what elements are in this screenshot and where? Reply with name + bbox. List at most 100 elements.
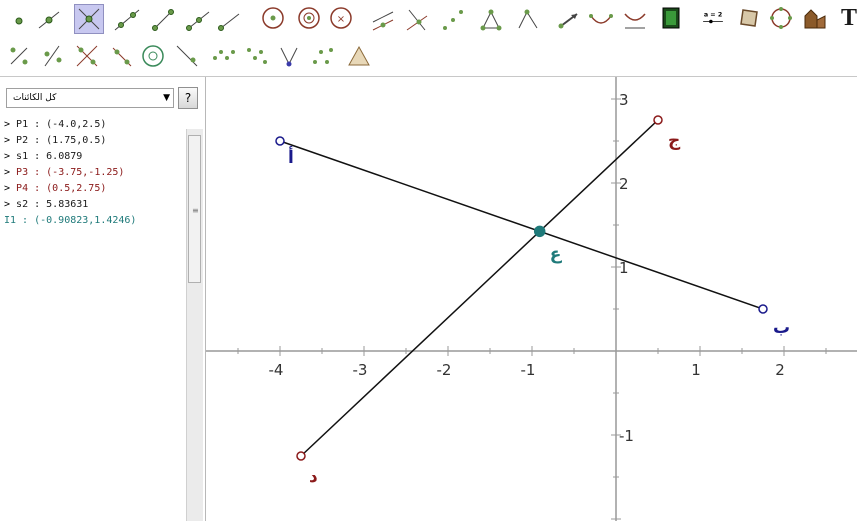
algebra-scrollbar[interactable]: ≡ — [186, 129, 203, 521]
locus-icon — [804, 9, 826, 29]
toolbar: × a = 2 T — [0, 0, 857, 77]
function-inspector-tool[interactable] — [276, 42, 302, 70]
rotate-tool[interactable] — [110, 42, 136, 70]
algebra-object-text: P3 : (-3.75,-1.25) — [16, 167, 125, 178]
sector-tool[interactable] — [622, 6, 648, 34]
expand-arrow-icon: > — [4, 183, 17, 194]
circle-radius-tool[interactable]: × — [328, 4, 354, 32]
chevron-down-icon: ▼ — [163, 93, 170, 103]
point-label-P4: ج — [668, 131, 681, 151]
arc-tool[interactable] — [588, 6, 614, 34]
vector-tool[interactable] — [216, 6, 242, 34]
animation-icon — [662, 7, 680, 29]
polygon-icon — [740, 9, 758, 27]
angle-bisector-tool[interactable] — [478, 6, 504, 34]
point-tool[interactable] — [36, 6, 62, 34]
scroll-thumb[interactable]: ≡ — [188, 135, 201, 283]
pen-icon — [313, 48, 333, 64]
point-label-P3: د — [309, 467, 318, 487]
point-label-P1: أ — [288, 146, 294, 168]
dilate-tool[interactable] — [174, 42, 200, 70]
object-list: > P1 : (-4.0,2.5) > P2 : (1.75,0.5) > s1 :… — [4, 117, 184, 229]
parallel-line-icon — [372, 11, 394, 31]
graphics-view[interactable]: -4 -3 -2 -1 1 2 3 2 1 -1 أ ب د ج ع — [206, 77, 857, 521]
algebra-object-row[interactable]: > P1 : (-4.0,2.5) — [4, 117, 184, 133]
circle-radius-icon: × — [330, 7, 352, 29]
relation-tool[interactable] — [244, 42, 270, 70]
algebra-object-text: P4 : (0.5,2.75) — [16, 183, 107, 194]
expand-arrow-icon: > — [4, 151, 17, 162]
angle-tool[interactable] — [514, 6, 540, 34]
ray-tool[interactable] — [184, 6, 210, 34]
parallel-line-tool[interactable] — [370, 6, 396, 34]
point-label-P2: ب — [773, 318, 790, 338]
move-tool[interactable] — [6, 6, 32, 34]
text-icon: T — [840, 4, 857, 31]
translate-tool[interactable] — [210, 42, 236, 70]
y-tick-label: 2 — [619, 175, 629, 193]
reflect-point-tool[interactable] — [74, 42, 100, 70]
text-tool[interactable]: T — [836, 4, 857, 32]
circle-three-points-tool[interactable] — [296, 4, 322, 32]
x-tick-label: 1 — [691, 361, 701, 379]
point-P2[interactable] — [758, 304, 768, 314]
vector-from-point-tool[interactable] — [556, 6, 582, 34]
x-tick-label: -1 — [521, 361, 536, 379]
slope-tool[interactable] — [6, 42, 32, 70]
arc-icon — [589, 14, 613, 24]
expand-arrow-icon: > — [4, 119, 17, 130]
pen-tool[interactable] — [310, 42, 336, 70]
relation-icon — [247, 48, 267, 64]
object-filter-select[interactable]: كل الكائنات ▼ — [6, 88, 174, 108]
line-tool[interactable] — [114, 6, 140, 34]
reflect-point-icon — [76, 45, 98, 67]
point-icon — [38, 11, 60, 29]
svg-text:×: × — [337, 14, 345, 25]
expand-arrow-icon: > — [4, 135, 17, 146]
point-P4[interactable] — [653, 115, 663, 125]
reflect-circle-tool[interactable] — [140, 42, 166, 70]
segment-tool[interactable] — [150, 6, 176, 34]
triangle-icon — [348, 45, 370, 66]
intersect-tool[interactable] — [74, 4, 104, 34]
algebra-object-text: P1 : (-4.0,2.5) — [16, 119, 107, 130]
algebra-object-row[interactable]: > s1 : 6.0879 — [4, 149, 184, 165]
scroll-grip-icon: ≡ — [192, 206, 199, 215]
locus-tool[interactable] — [802, 4, 828, 32]
slider-label: a = 2 — [704, 12, 722, 19]
midpoint-icon — [443, 10, 463, 30]
move-icon — [15, 17, 23, 25]
conic-tool[interactable] — [768, 4, 794, 32]
y-tick-label: -1 — [619, 427, 634, 445]
algebra-object-row[interactable]: > P2 : (1.75,0.5) — [4, 133, 184, 149]
segment-s2[interactable] — [300, 119, 659, 457]
vector-icon — [218, 13, 240, 31]
point-P3[interactable] — [296, 451, 306, 461]
triangle-tool[interactable] — [346, 42, 372, 70]
x-tick-label: -3 — [353, 361, 368, 379]
reflect-line-tool[interactable] — [40, 42, 66, 70]
reflect-circle-icon — [142, 45, 164, 67]
perpendicular-line-icon — [406, 9, 428, 31]
circle-center-tool[interactable] — [260, 4, 286, 32]
segment-s1[interactable] — [279, 140, 764, 310]
expand-arrow-icon: > — [4, 167, 17, 178]
help-button[interactable]: ? — [178, 87, 198, 109]
angle-icon — [518, 9, 538, 29]
slider-tool[interactable]: a = 2 — [696, 4, 730, 32]
algebra-object-row[interactable]: > P3 : (-3.75,-1.25) — [4, 165, 184, 181]
point-P1[interactable] — [275, 136, 285, 146]
slider-icon: a = 2 — [703, 12, 723, 24]
sector-icon — [624, 13, 646, 29]
algebra-object-row[interactable]: > s2 : 5.83631 — [4, 197, 184, 213]
point-I1[interactable] — [533, 225, 546, 238]
algebra-object-row[interactable]: > P4 : (0.5,2.75) — [4, 181, 184, 197]
animation-tool[interactable] — [658, 4, 684, 32]
polygon-tool[interactable] — [736, 4, 762, 32]
geometry-canvas[interactable]: -4 -3 -2 -1 1 2321-1أبدجع — [206, 77, 857, 521]
x-tick-label: -2 — [437, 361, 452, 379]
circle-center-point-icon — [262, 7, 284, 29]
perpendicular-line-tool[interactable] — [404, 6, 430, 34]
algebra-object-row[interactable]: I1 : (-0.90823,1.4246) — [4, 213, 184, 229]
midpoint-tool[interactable] — [440, 6, 466, 34]
